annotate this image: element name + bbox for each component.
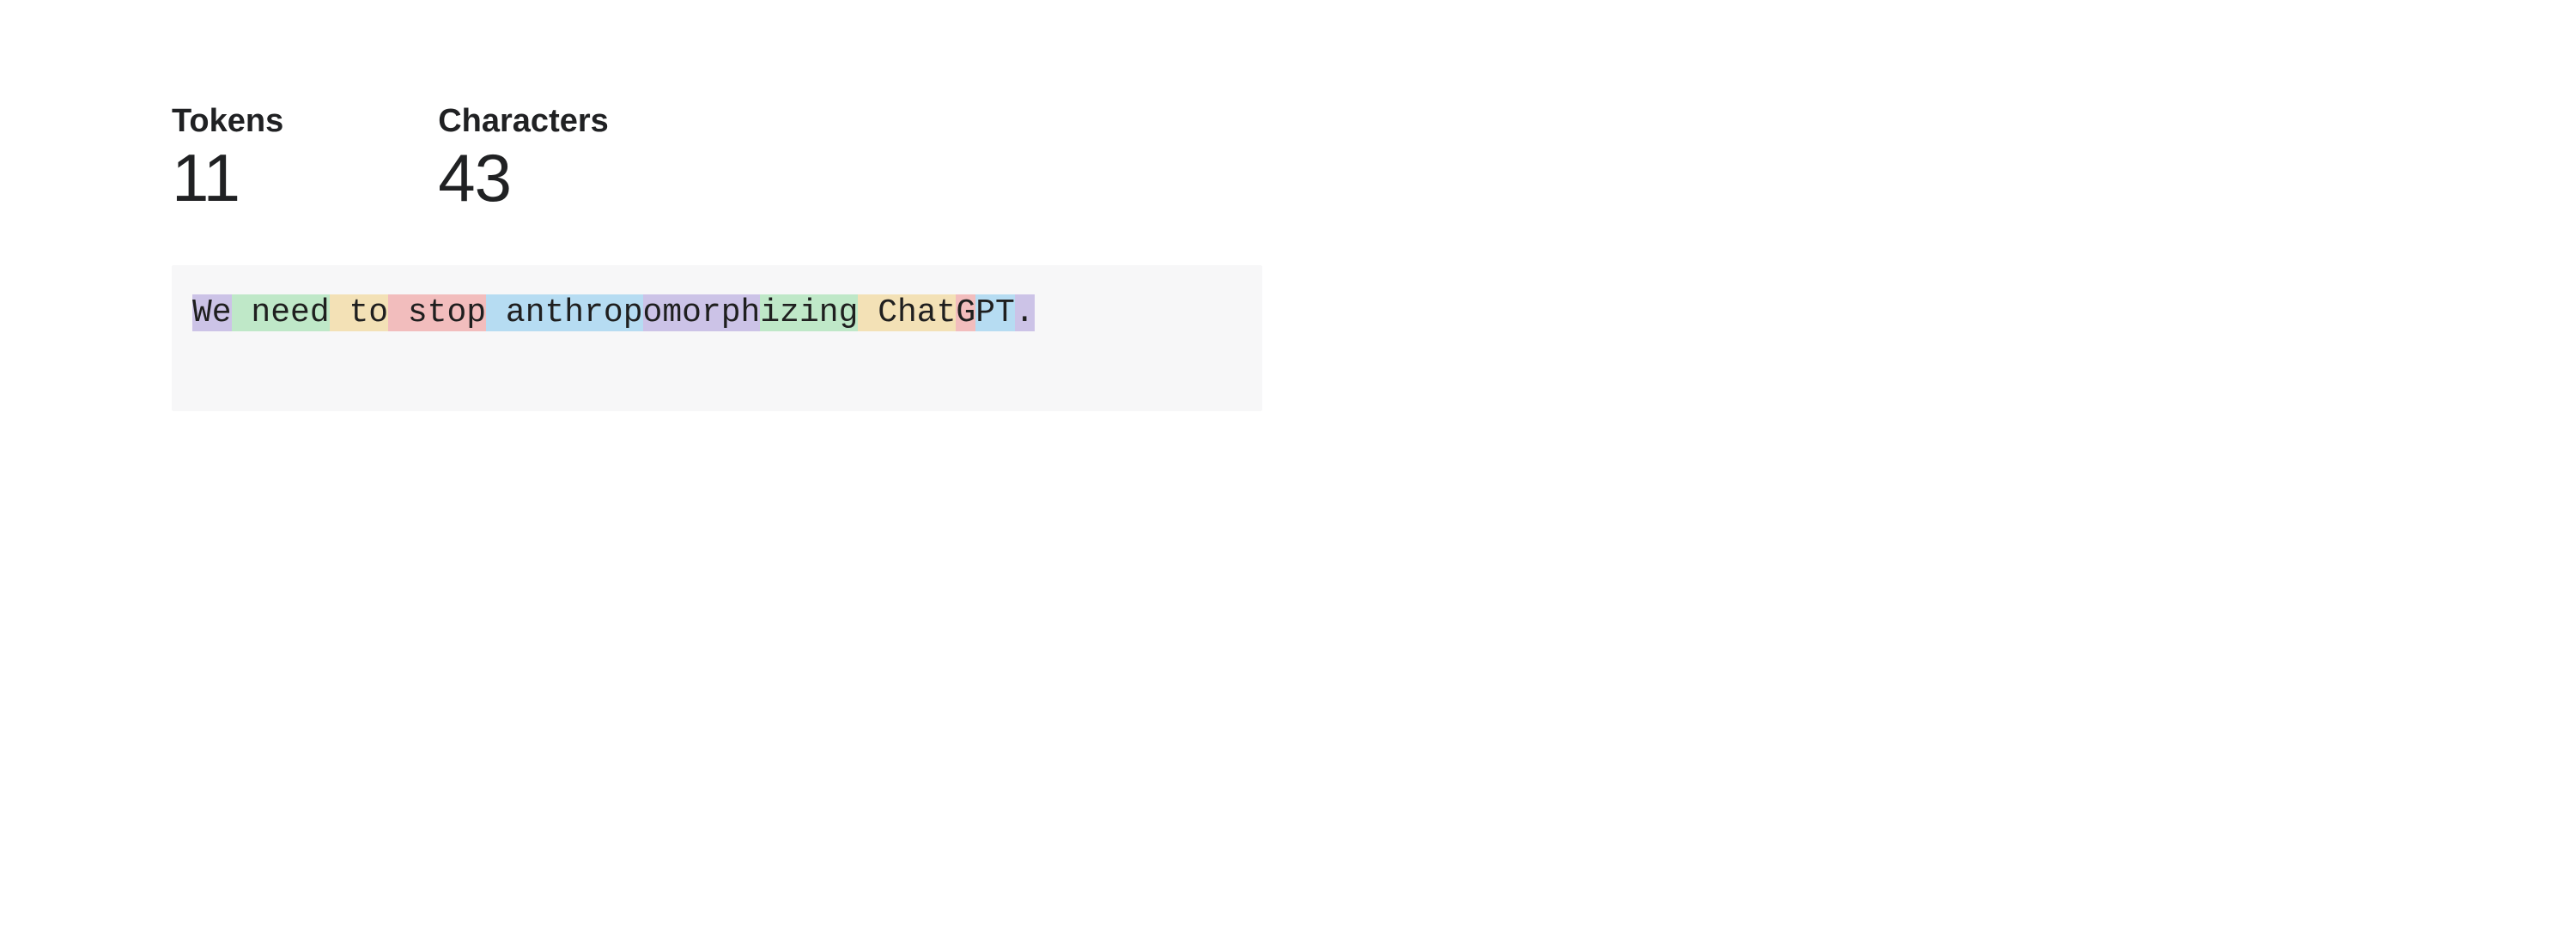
token-5: omorph bbox=[643, 294, 761, 331]
token-2: to bbox=[330, 294, 388, 331]
stats-row: Tokens 11 Characters 43 bbox=[172, 103, 1262, 214]
characters-label: Characters bbox=[438, 103, 609, 140]
tokens-label: Tokens bbox=[172, 103, 283, 140]
characters-value: 43 bbox=[438, 143, 609, 214]
token-8: G bbox=[956, 294, 975, 331]
token-visualization-box: We need to stop anthropomorphizing ChatG… bbox=[172, 265, 1262, 411]
token-3: stop bbox=[388, 294, 486, 331]
token-6: izing bbox=[760, 294, 858, 331]
token-1: need bbox=[232, 294, 330, 331]
tokenizer-panel: Tokens 11 Characters 43 We need to stop … bbox=[172, 103, 1262, 411]
token-0: We bbox=[192, 294, 232, 331]
token-4: anthrop bbox=[486, 294, 642, 331]
characters-stat: Characters 43 bbox=[438, 103, 609, 214]
token-7: Chat bbox=[858, 294, 956, 331]
token-9: PT bbox=[975, 294, 1015, 331]
tokens-stat: Tokens 11 bbox=[172, 103, 283, 214]
token-10: . bbox=[1015, 294, 1035, 331]
tokens-value: 11 bbox=[172, 143, 283, 214]
tokenized-text: We need to stop anthropomorphizing ChatG… bbox=[192, 291, 1242, 335]
